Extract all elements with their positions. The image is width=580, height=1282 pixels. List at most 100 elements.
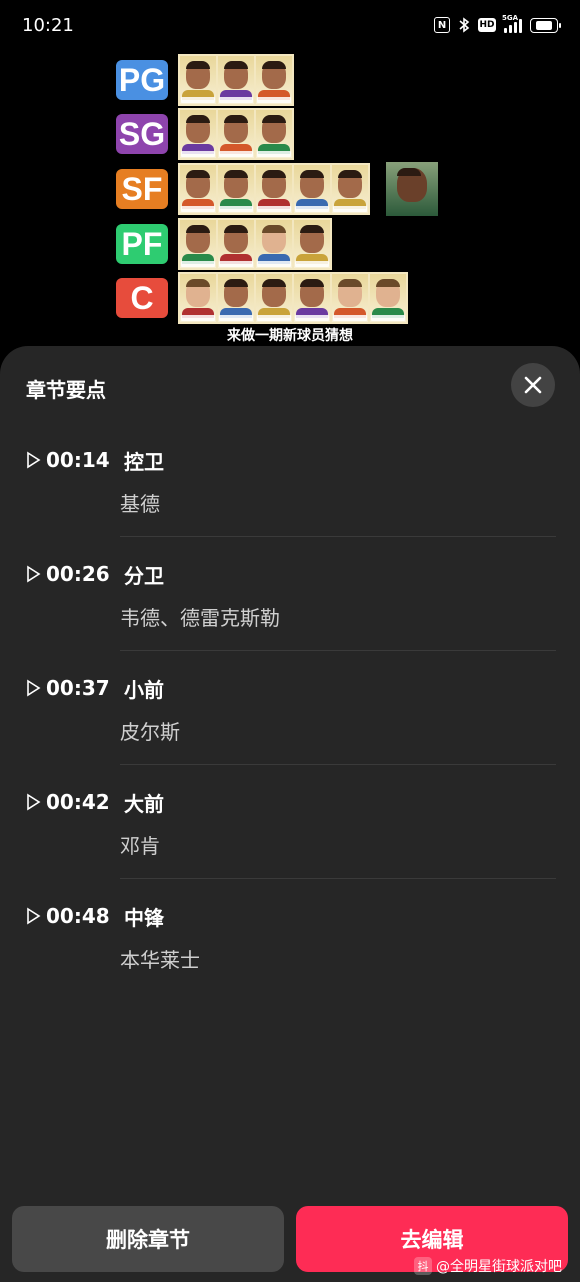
douyin-logo-icon: 抖 — [414, 1257, 432, 1275]
tier-row-sf: SF — [116, 162, 438, 216]
player-name-label — [219, 315, 253, 321]
divider — [120, 764, 556, 765]
position-badge: SF — [116, 169, 168, 209]
player-card — [256, 165, 292, 213]
tier-row-c: C — [116, 272, 408, 324]
chapter-time[interactable]: 00:14 — [46, 448, 116, 472]
player-name-label — [181, 97, 215, 103]
position-badge: PF — [116, 224, 168, 264]
player-card — [180, 220, 216, 268]
player-card — [370, 274, 406, 322]
watermark-text: @全明星街球派对吧 — [436, 1259, 562, 1275]
player-face — [397, 168, 427, 202]
chapter-sheet: 章节要点 00:14 控卫 基德 00:26 分卫 韦德、德雷克斯勒 00:37… — [0, 346, 580, 1282]
player-card — [294, 274, 330, 322]
chapter-title: 控卫 — [124, 449, 164, 474]
video-player[interactable]: PG SG SF PF C 来做一期新球员猜想 — [0, 50, 580, 350]
chapter-item[interactable]: 00:26 分卫 韦德、德雷克斯勒 — [26, 560, 556, 674]
player-card — [256, 274, 292, 322]
player-card — [180, 274, 216, 322]
player-card — [256, 110, 292, 158]
player-name-label — [333, 315, 367, 321]
player-card — [332, 274, 368, 322]
player-name-label — [257, 261, 291, 267]
chapter-description: 基德 — [120, 492, 160, 516]
signal-5g-icon: 5GA — [502, 14, 522, 33]
divider — [120, 650, 556, 651]
player-name-label — [219, 206, 253, 212]
close-button[interactable] — [511, 363, 555, 407]
player-card — [256, 220, 292, 268]
sheet-title: 章节要点 — [26, 378, 106, 402]
player-cards — [178, 272, 408, 324]
chapter-title: 小前 — [124, 677, 164, 702]
player-name-label — [219, 261, 253, 267]
player-face — [186, 61, 210, 89]
player-face — [186, 170, 210, 198]
player-face — [338, 279, 362, 307]
chapter-description: 皮尔斯 — [120, 720, 180, 744]
player-cards — [178, 108, 294, 160]
player-name-label — [219, 151, 253, 157]
player-face — [224, 279, 248, 307]
player-face — [376, 279, 400, 307]
position-badge: SG — [116, 114, 168, 154]
player-card — [218, 220, 254, 268]
player-face — [262, 279, 286, 307]
player-name-label — [219, 97, 253, 103]
chapter-item[interactable]: 00:42 大前 邓肯 — [26, 788, 556, 902]
player-name-label — [333, 206, 367, 212]
player-name-label — [295, 261, 329, 267]
play-icon — [27, 907, 41, 925]
chapter-item[interactable]: 00:48 中锋 本华莱士 — [26, 902, 556, 1016]
player-face — [224, 115, 248, 143]
chapter-title: 大前 — [124, 791, 164, 816]
play-icon — [27, 451, 41, 469]
nfc-icon: N — [434, 17, 450, 33]
player-card — [294, 165, 330, 213]
player-face — [300, 225, 324, 253]
player-name-label — [181, 261, 215, 267]
chapter-time[interactable]: 00:26 — [46, 562, 116, 586]
play-icon — [27, 679, 41, 697]
player-face — [262, 225, 286, 253]
player-name-label — [257, 315, 291, 321]
player-card — [332, 165, 368, 213]
network-type-label: 5GA — [502, 14, 519, 22]
delete-chapters-button[interactable]: 删除章节 — [12, 1206, 284, 1272]
status-time: 10:21 — [22, 14, 74, 36]
player-card — [218, 110, 254, 158]
player-face — [262, 115, 286, 143]
chapter-time[interactable]: 00:42 — [46, 790, 116, 814]
position-badge: C — [116, 278, 168, 318]
player-face — [300, 279, 324, 307]
chapter-time[interactable]: 00:48 — [46, 904, 116, 928]
player-card — [294, 220, 330, 268]
player-name-label — [295, 315, 329, 321]
video-caption: 来做一期新球员猜想 — [227, 328, 353, 344]
chapter-description: 本华莱士 — [120, 948, 200, 972]
tier-row-pg: PG — [116, 54, 294, 106]
player-face — [186, 115, 210, 143]
hd-icon: HD — [478, 18, 496, 32]
player-card — [256, 56, 292, 104]
status-bar: 10:21 N HD 5GA — [0, 0, 580, 50]
tier-row-sg: SG — [116, 108, 294, 160]
player-name-label — [257, 97, 291, 103]
player-card — [180, 56, 216, 104]
chapter-time[interactable]: 00:37 — [46, 676, 116, 700]
player-card — [218, 165, 254, 213]
player-cards — [178, 54, 294, 106]
player-name-label — [181, 151, 215, 157]
divider — [120, 536, 556, 537]
player-cards — [178, 163, 370, 215]
player-cards — [178, 218, 332, 270]
chapter-description: 韦德、德雷克斯勒 — [120, 606, 280, 630]
status-icons: N HD 5GA — [434, 14, 561, 33]
player-face — [262, 170, 286, 198]
chapter-item[interactable]: 00:14 控卫 基德 — [26, 446, 556, 560]
chapter-description: 邓肯 — [120, 834, 160, 858]
player-card — [180, 165, 216, 213]
chapter-item[interactable]: 00:37 小前 皮尔斯 — [26, 674, 556, 788]
play-icon — [27, 565, 41, 583]
